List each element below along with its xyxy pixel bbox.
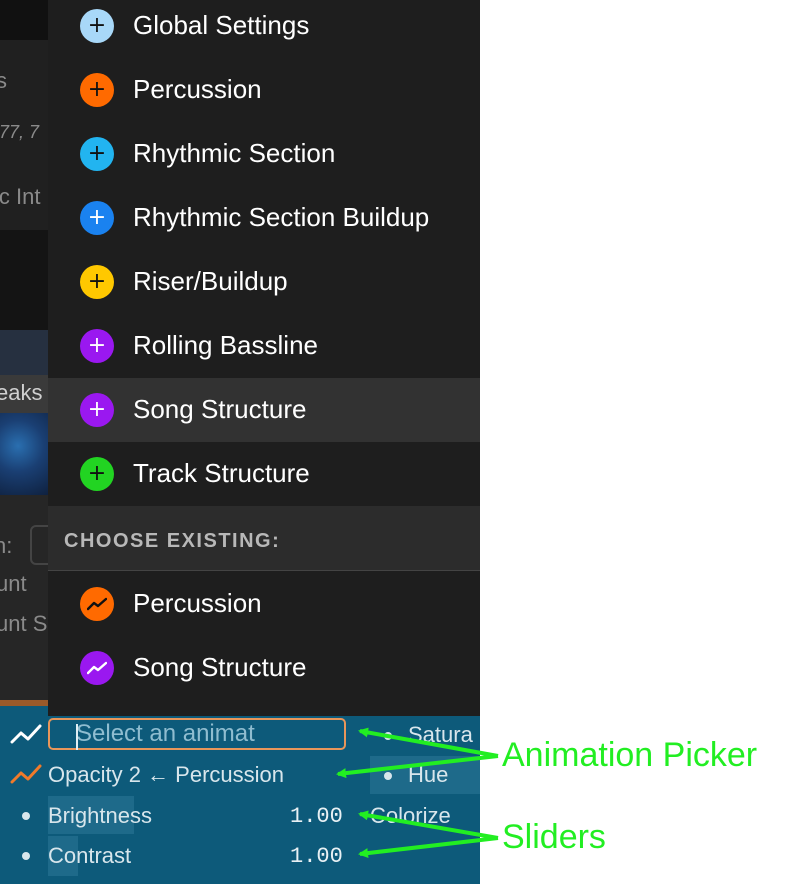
menu-item-percussion[interactable]: + Percussion xyxy=(48,58,480,122)
menu-item-label: Rolling Bassline xyxy=(133,330,318,360)
menu-item-global-settings[interactable]: + Global Settings xyxy=(48,0,480,58)
bullet-dot xyxy=(22,852,30,860)
contrast-value[interactable]: 1.00 xyxy=(290,844,343,869)
menu-item-label: Song Structure xyxy=(133,394,307,424)
menu-item-existing-percussion[interactable]: Percussion xyxy=(48,572,480,636)
opacity-label: Opacity 2 ← Percussion xyxy=(48,762,284,787)
bullet-dot xyxy=(384,732,392,740)
menu-item-label: Song Structure xyxy=(133,652,307,682)
choose-existing-header: CHOOSE EXISTING: xyxy=(48,506,480,571)
menu-item-label: Percussion xyxy=(133,588,262,618)
bullet-dot xyxy=(22,812,30,820)
brightness-value[interactable]: 1.00 xyxy=(290,804,343,829)
contrast-label: Contrast xyxy=(48,843,132,868)
bg-text-fragment: unt xyxy=(0,571,27,596)
bg-text-fragment: .77, 7 xyxy=(0,122,40,142)
saturation-label[interactable]: Satura xyxy=(408,722,473,748)
plus-icon: + xyxy=(80,9,114,43)
layer-parameters-panel: Opacity 2 ← Percussion Brightness 1.00 C… xyxy=(0,706,480,884)
menu-item-riser-buildup[interactable]: + Riser/Buildup xyxy=(48,250,480,314)
annotation-sliders: Sliders xyxy=(502,818,606,856)
menu-item-rhythmic-section-buildup[interactable]: + Rhythmic Section Buildup xyxy=(48,186,480,250)
menu-item-existing-song-structure[interactable]: Song Structure xyxy=(48,636,480,700)
animation-curve-icon xyxy=(80,587,114,621)
bg-text-fragment: s xyxy=(0,68,7,93)
text-caret xyxy=(76,724,78,750)
brightness-label: Brightness xyxy=(48,803,152,828)
bullet-dot xyxy=(384,772,392,780)
annotation-animation-picker: Animation Picker xyxy=(502,736,758,774)
animation-dropdown-menu: + Global Settings + Percussion + Rhythmi… xyxy=(48,0,480,716)
animation-curve-icon xyxy=(10,764,42,784)
bg-text-fragment: ic Int xyxy=(0,184,41,209)
plus-icon: + xyxy=(80,73,114,107)
bg-text-fragment: n: xyxy=(0,533,13,558)
contrast-slider[interactable]: Contrast 1.00 xyxy=(0,836,480,876)
colorize-label[interactable]: Colorize xyxy=(370,803,451,829)
bg-text-fragment: unt S xyxy=(0,611,48,636)
plus-icon: + xyxy=(80,137,114,171)
bg-text-fragment: eaks xyxy=(0,380,43,405)
hue-label[interactable]: Hue xyxy=(408,762,448,788)
plus-icon: + xyxy=(80,265,114,299)
menu-item-rolling-bassline[interactable]: + Rolling Bassline xyxy=(48,314,480,378)
section-header-label: CHOOSE EXISTING: xyxy=(64,530,281,552)
animation-picker-input[interactable] xyxy=(48,718,346,750)
plus-icon: + xyxy=(80,201,114,235)
plus-icon: + xyxy=(80,457,114,491)
menu-item-label: Rhythmic Section xyxy=(133,138,336,168)
menu-item-track-structure[interactable]: + Track Structure xyxy=(48,442,480,506)
plus-icon: + xyxy=(80,393,114,427)
menu-item-label: Track Structure xyxy=(133,458,310,488)
plus-icon: + xyxy=(80,329,114,363)
menu-item-label: Percussion xyxy=(133,74,262,104)
menu-item-label: Riser/Buildup xyxy=(133,266,288,296)
menu-item-song-structure[interactable]: + Song Structure xyxy=(48,378,480,442)
menu-item-rhythmic-section[interactable]: + Rhythmic Section xyxy=(48,122,480,186)
animation-curve-icon xyxy=(10,724,42,744)
menu-item-label: Rhythmic Section Buildup xyxy=(133,202,430,232)
menu-item-label: Global Settings xyxy=(133,10,310,40)
animation-curve-icon xyxy=(80,651,114,685)
